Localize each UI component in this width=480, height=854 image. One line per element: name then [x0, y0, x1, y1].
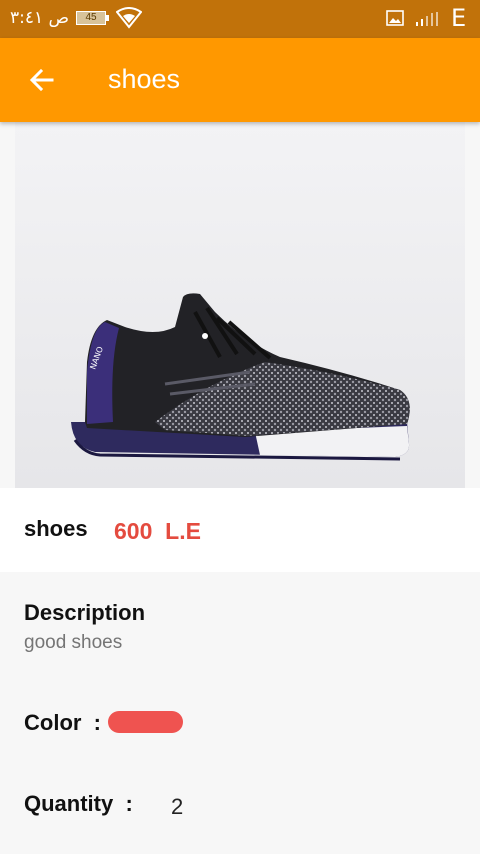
arrow-back-icon[interactable] [22, 60, 62, 100]
sneaker-image: NANO [15, 122, 465, 488]
product-image[interactable]: NANO [15, 122, 465, 488]
product-name: shoes [24, 516, 88, 541]
status-time: ص ٣:٤١ [10, 8, 70, 28]
description-value: good shoes [24, 632, 123, 653]
image-notification-icon [386, 10, 404, 26]
color-swatch[interactable] [108, 711, 183, 733]
battery-icon: 45 [76, 11, 109, 25]
status-bar: ص ٣:٤١ 45 E [0, 0, 480, 38]
wifi-icon [116, 7, 142, 29]
signal-icon [416, 12, 438, 26]
product-summary-card: shoes 600 L.E [0, 488, 480, 572]
product-price: 600 L.E [114, 518, 201, 544]
page-title: shoes [108, 64, 181, 94]
app-bar: shoes [0, 38, 480, 122]
color-label: Color : [24, 710, 101, 735]
quantity-label: Quantity : [24, 791, 133, 816]
quantity-value: 2 [171, 794, 184, 819]
network-type-indicator: E [451, 4, 467, 32]
description-label: Description [24, 600, 146, 625]
